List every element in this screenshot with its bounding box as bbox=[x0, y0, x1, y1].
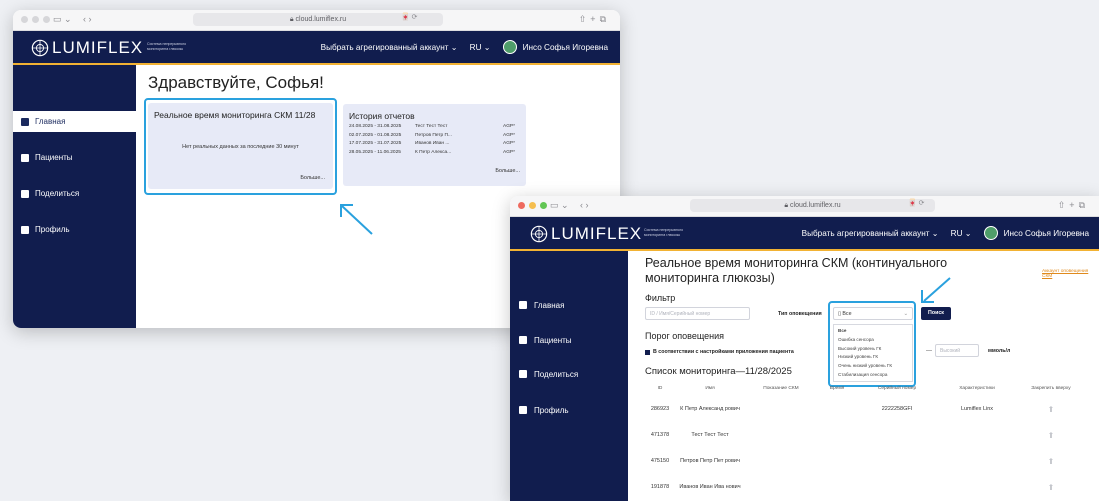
realtime-window: ▭ ⌄ ‹ › 🔒︎ cloud.lumiflex.ru 🀄 ⟳ ⇧+⧉ LUM… bbox=[510, 196, 1099, 501]
search-input[interactable]: ID / Имя/Серийный номер bbox=[645, 307, 750, 320]
filter-label: Фильтр bbox=[645, 293, 676, 303]
checkbox-checked-icon[interactable] bbox=[645, 349, 650, 355]
user-name[interactable]: Инсо Софья Игоревна bbox=[523, 43, 608, 52]
language-select[interactable]: RU ⌄ bbox=[951, 228, 972, 238]
sidebar-item-profile[interactable]: Профиль bbox=[510, 401, 628, 419]
threshold-checkbox-row[interactable]: В соответствии с настройками приложения … bbox=[645, 349, 794, 355]
language-select[interactable]: RU ⌄ bbox=[470, 42, 491, 52]
sidebar-item-home[interactable]: Главная bbox=[510, 296, 628, 314]
profile-icon bbox=[21, 225, 29, 234]
history-row[interactable]: 24.08.2025 - 31.08.2025 Тест Тест Тест AGP… bbox=[349, 124, 521, 133]
pin-icon[interactable]: ⬆ bbox=[1017, 483, 1085, 492]
patients-icon bbox=[519, 336, 527, 344]
list-title: Список мониторинга—11/28/2025 bbox=[645, 366, 792, 377]
sidebar-item-home[interactable]: Главная bbox=[13, 111, 136, 132]
search-button[interactable]: Поиск bbox=[921, 307, 951, 320]
alert-type-label: Тип оповещения bbox=[778, 311, 822, 317]
profile-icon bbox=[519, 406, 527, 414]
back-forward-icon[interactable]: ‹ › bbox=[580, 200, 589, 210]
back-forward-icon[interactable]: ‹ › bbox=[83, 14, 92, 24]
share-icon bbox=[519, 370, 527, 378]
avatar[interactable] bbox=[983, 226, 998, 240]
threshold-title: Порог оповещения bbox=[645, 331, 725, 341]
home-icon bbox=[21, 117, 29, 126]
lumiflex-logo[interactable]: LUMIFLEX bbox=[31, 38, 143, 58]
logo-globe-icon bbox=[530, 225, 548, 243]
window-controls[interactable] bbox=[21, 16, 50, 23]
monitoring-table: ID Имя Показание СКМ Время Серийный номе… bbox=[645, 383, 1095, 501]
window-controls[interactable] bbox=[518, 202, 547, 209]
lumiflex-logo[interactable]: LUMIFLEX bbox=[530, 224, 642, 244]
sidebar-toggle-icon[interactable]: ▭ ⌄ bbox=[53, 14, 72, 25]
annotation-arrow-icon bbox=[921, 277, 951, 303]
history-title: История отчетов bbox=[349, 111, 415, 121]
threshold-dash: — bbox=[926, 348, 932, 354]
aggregate-account-select[interactable]: Выбрать агрегированный аккаунт ⌄ bbox=[802, 228, 939, 238]
sidebar-toggle-icon[interactable]: ▭ ⌄ bbox=[550, 200, 569, 211]
extensions-icon[interactable]: 🀄 ⟳ bbox=[401, 13, 418, 21]
highlight-frame bbox=[828, 301, 916, 387]
share-icon bbox=[21, 189, 29, 198]
sidebar-item-share[interactable]: Поделиться bbox=[510, 365, 628, 383]
address-bar[interactable]: 🔒︎ cloud.lumiflex.ru bbox=[690, 199, 935, 212]
history-more-link[interactable]: Больше... bbox=[495, 168, 520, 174]
avatar[interactable] bbox=[502, 40, 517, 54]
app-header: LUMIFLEX Система непрерывного мониторинг… bbox=[13, 31, 620, 66]
pin-icon[interactable]: ⬆ bbox=[1017, 457, 1085, 466]
history-row[interactable]: 17.07.2025 - 31.07.2025 Иванов Иван ... AG… bbox=[349, 141, 521, 150]
table-row[interactable]: 286923 К Петр Александ рович 2222258GFI … bbox=[645, 397, 1095, 421]
realtime-main: Реальное время мониторинга СКМ (континуа… bbox=[628, 251, 1099, 501]
pin-icon[interactable]: ⬆ bbox=[1017, 431, 1085, 440]
sidebar-item-patients[interactable]: Пациенты bbox=[510, 331, 628, 349]
share-tabs-icons[interactable]: ⇧+⧉ bbox=[1058, 200, 1089, 211]
logo-globe-icon bbox=[31, 39, 49, 57]
history-list: 24.08.2025 - 31.08.2025 Тест Тест Тест AGP… bbox=[349, 124, 521, 158]
sidebar-item-patients[interactable]: Пациенты bbox=[13, 147, 136, 168]
user-name[interactable]: Инсо Софья Игоревна bbox=[1004, 229, 1089, 238]
browser-toolbar: ▭ ⌄ ‹ › 🔒︎ cloud.lumiflex.ru 🀄 ⟳ ⇧+⧉ bbox=[510, 196, 1099, 217]
extensions-icon[interactable]: 🀄 ⟳ bbox=[908, 199, 925, 207]
table-row[interactable]: 471378 Тест Тест Тест ⬆ bbox=[645, 425, 1095, 445]
tagline: Система непрерывного мониторинга глюкозы bbox=[147, 42, 187, 51]
sidebar: Главная Пациенты Поделиться Профиль bbox=[510, 251, 628, 501]
sidebar-item-share[interactable]: Поделиться bbox=[13, 183, 136, 204]
alert-account-link[interactable]: Аккаунт оповещения СКМ bbox=[1042, 269, 1094, 279]
history-row[interactable]: 02.07.2025 - 01.08.2025 Петров Петр П... A… bbox=[349, 133, 521, 142]
sidebar: Главная Пациенты Поделиться Профиль bbox=[13, 65, 136, 328]
table-row[interactable]: 475150 Петров Петр Пет рович ⬆ bbox=[645, 449, 1095, 473]
app-header: LUMIFLEX Система непрерывного мониторинг… bbox=[510, 217, 1099, 252]
table-header: ID Имя Показание СКМ Время Серийный номе… bbox=[657, 385, 1071, 391]
history-card[interactable]: История отчетов 24.08.2025 - 31.08.2025 Т… bbox=[343, 104, 526, 186]
browser-toolbar: ▭ ⌄ ‹ › 🔒︎ cloud.lumiflex.ru 🀄 ⟳ ⇧+⧉ bbox=[13, 10, 620, 31]
history-row[interactable]: 28.05.2025 - 11.06.2025 К Петр Алекса... A… bbox=[349, 150, 521, 159]
table-row[interactable]: 191878 Иванов Иван Ива нович ⬆ bbox=[645, 475, 1095, 499]
sidebar-item-profile[interactable]: Профиль bbox=[13, 219, 136, 240]
home-icon bbox=[519, 301, 527, 309]
annotation-arrow-icon bbox=[340, 204, 373, 235]
unit-label: ммоль/л bbox=[988, 348, 1011, 354]
tagline: Система непрерывного мониторинга глюкозы bbox=[644, 228, 684, 237]
high-threshold-input[interactable]: Высокий bbox=[935, 344, 979, 357]
pin-icon[interactable]: ⬆ bbox=[1017, 405, 1085, 414]
page-title: Здравствуйте, Софья! bbox=[148, 73, 324, 92]
aggregate-account-select[interactable]: Выбрать агрегированный аккаунт ⌄ bbox=[321, 42, 458, 52]
share-tabs-icons[interactable]: ⇧+⧉ bbox=[579, 14, 610, 25]
highlight-frame bbox=[144, 98, 337, 195]
patients-icon bbox=[21, 153, 29, 162]
